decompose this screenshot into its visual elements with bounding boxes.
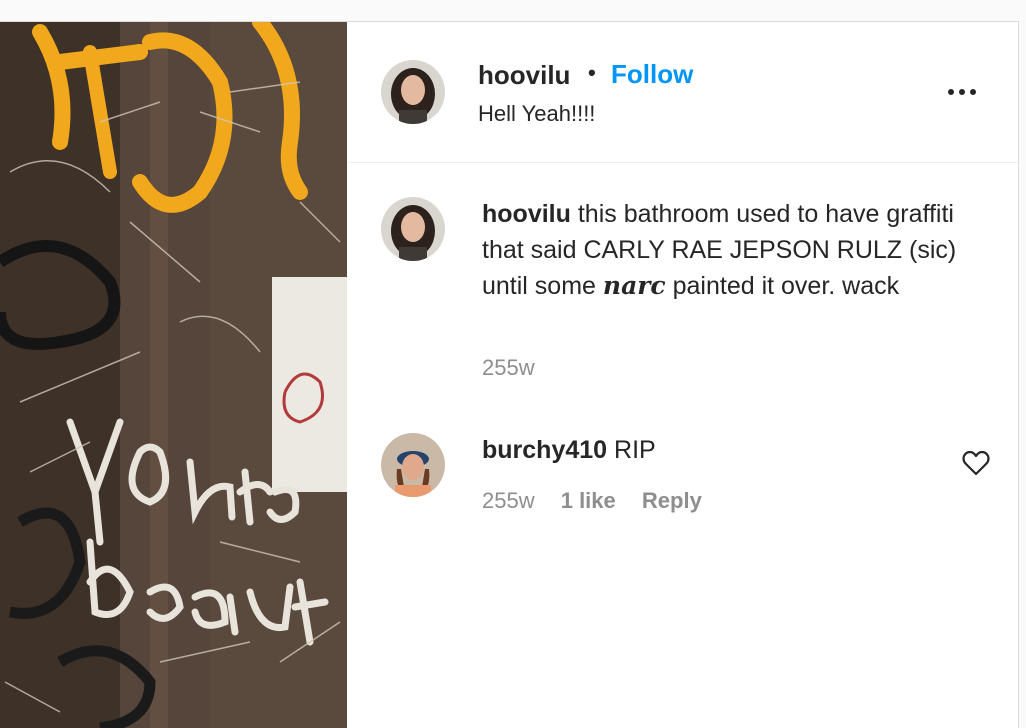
comment-age[interactable]: 255w <box>482 355 535 380</box>
comment-styled-word: narc <box>602 271 666 300</box>
heart-icon[interactable] <box>962 450 992 478</box>
comment-likes[interactable]: 1 like <box>561 488 616 513</box>
comment-text-part: RIP <box>614 436 656 464</box>
comment-meta: 255w 1 like Reply <box>482 488 702 514</box>
comment-body: hoovilu this bathroom used to have graff… <box>482 196 972 304</box>
post-details-panel: hoovilu • Follow Hell Yeah!!!! hoovilu t… <box>348 22 1018 728</box>
separator-dot: • <box>588 60 596 85</box>
comment-avatar[interactable] <box>381 433 445 497</box>
author-username[interactable]: hoovilu <box>478 60 570 91</box>
comment-meta: 255w <box>482 355 535 381</box>
author-avatar[interactable] <box>381 60 445 124</box>
more-options-icon[interactable] <box>938 74 986 110</box>
comment-username[interactable]: burchy410 <box>482 436 607 464</box>
post-photo <box>0 22 347 728</box>
reply-button[interactable]: Reply <box>642 488 702 513</box>
comment-text-part: painted it over. wack <box>665 272 900 300</box>
post-header: hoovilu • Follow Hell Yeah!!!! <box>348 22 1018 163</box>
comment-age[interactable]: 255w <box>482 488 535 513</box>
comment-username[interactable]: hoovilu <box>482 200 571 228</box>
comment-avatar[interactable] <box>381 197 445 261</box>
follow-button[interactable]: Follow <box>611 59 693 90</box>
comment-body: burchy410 RIP <box>482 432 972 468</box>
post-caption: Hell Yeah!!!! <box>478 101 596 126</box>
